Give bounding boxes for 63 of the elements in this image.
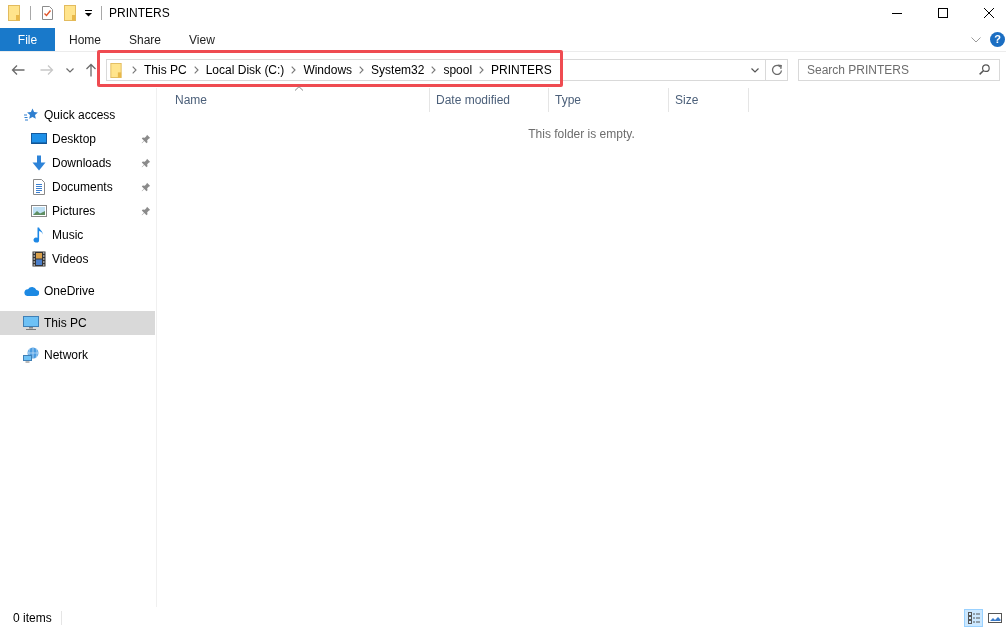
picture-icon: [987, 611, 1002, 625]
breadcrumb[interactable]: System32: [369, 60, 427, 80]
address-field[interactable]: This PC Local Disk (C:) Windows System32 spool PRINTERS: [106, 59, 788, 81]
pin-icon[interactable]: [141, 134, 151, 144]
breadcrumb[interactable]: Local Disk (C:): [203, 60, 287, 80]
details-list-icon: [966, 611, 981, 625]
film-strip-icon: [31, 251, 47, 267]
document-check-icon[interactable]: [41, 4, 54, 21]
monitor-icon: [23, 315, 39, 331]
chevron-right-icon[interactable]: [132, 66, 137, 74]
caret-icon[interactable]: [84, 7, 93, 18]
picture-icon: [31, 203, 47, 219]
details-view-button[interactable]: [964, 609, 983, 627]
nav-item[interactable]: Desktop: [0, 127, 155, 151]
document-icon: [31, 179, 47, 195]
chevron-right-icon[interactable]: [431, 66, 437, 74]
pin-icon[interactable]: [141, 182, 151, 192]
breadcrumb[interactable]: Windows: [301, 60, 355, 80]
nav-item[interactable]: Music: [0, 223, 155, 247]
nav-item[interactable]: Pictures: [0, 199, 155, 223]
refresh-icon[interactable]: [770, 64, 783, 76]
caret-icon[interactable]: [751, 67, 759, 73]
help-button[interactable]: ?: [990, 32, 1005, 47]
window-title: PRINTERS: [109, 5, 170, 20]
ribbon-tab[interactable]: View: [175, 28, 229, 51]
nav-item[interactable]: Videos: [0, 247, 155, 271]
nav-item[interactable]: Documents: [0, 175, 155, 199]
maximize-icon[interactable]: [938, 7, 948, 18]
nav-item[interactable]: Network: [0, 343, 155, 367]
pin-icon[interactable]: [141, 206, 151, 216]
breadcrumb[interactable]: PRINTERS: [489, 60, 554, 80]
ribbon-tab[interactable]: Home: [55, 28, 115, 51]
column-header[interactable]: Date modified: [430, 88, 549, 112]
up-icon[interactable]: [85, 63, 97, 77]
chevron-right-icon[interactable]: [193, 66, 199, 74]
chevron-right-icon[interactable]: [479, 66, 485, 74]
column-header[interactable]: Type: [549, 88, 669, 112]
nav-item[interactable]: Downloads: [0, 151, 155, 175]
search-icon[interactable]: [979, 64, 990, 75]
nav-item[interactable]: Quick access: [0, 103, 155, 127]
back-icon[interactable]: [11, 64, 25, 76]
down-arrow-icon: [31, 155, 47, 171]
desktop-icon: [31, 131, 47, 147]
folder-icon: [110, 62, 122, 78]
chevron-down-icon[interactable]: [971, 36, 981, 43]
empty-folder-message: This folder is empty.: [528, 127, 635, 141]
item-count: 0 items: [13, 611, 52, 625]
star-icon: [23, 107, 39, 123]
column-header[interactable]: Name: [169, 88, 430, 112]
chevron-right-icon[interactable]: [291, 66, 297, 74]
search-field[interactable]: Search PRINTERS: [798, 59, 1000, 81]
file-tab[interactable]: File: [0, 28, 55, 51]
nav-item[interactable]: This PC: [0, 311, 155, 335]
nav-item[interactable]: OneDrive: [0, 279, 155, 303]
breadcrumb[interactable]: spool: [441, 60, 475, 80]
sort-caret-icon: [294, 86, 304, 91]
close-icon[interactable]: [984, 7, 994, 18]
pin-icon[interactable]: [141, 158, 151, 168]
ribbon-tab[interactable]: Share: [115, 28, 176, 51]
column-header[interactable]: Size: [669, 88, 749, 112]
breadcrumb[interactable]: This PC: [142, 60, 189, 80]
chevron-right-icon[interactable]: [359, 66, 365, 74]
network-icon: [23, 347, 39, 363]
